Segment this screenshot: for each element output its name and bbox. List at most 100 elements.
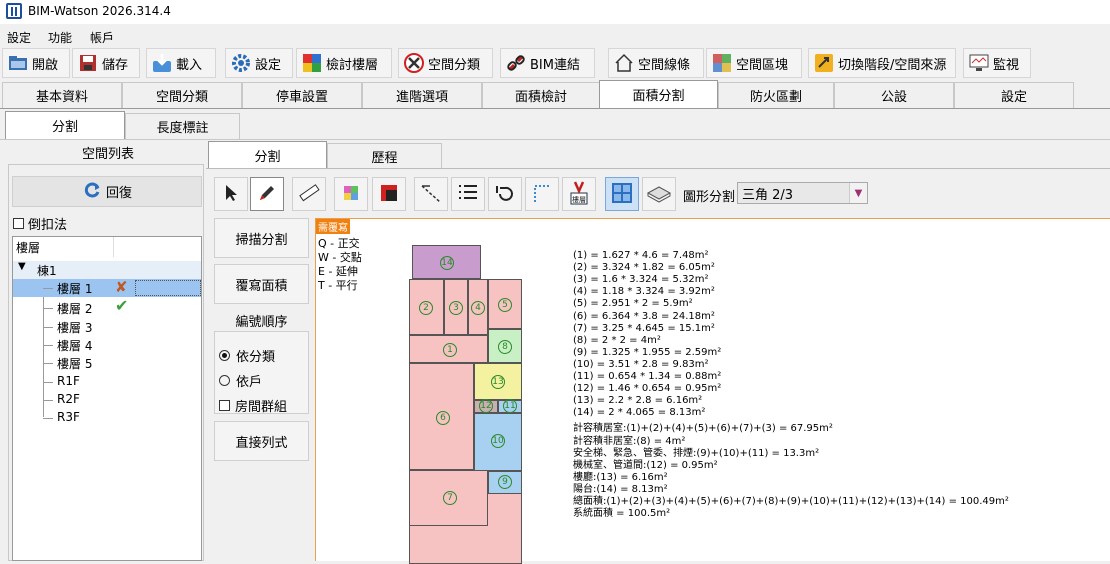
tab-fire-zone[interactable]: 防火區劃 (718, 82, 834, 108)
switch-phase-button[interactable]: 切換階段/空間來源 (808, 48, 956, 78)
numbering-order-title: 編號順序 (235, 315, 288, 330)
room-label-5: 5 (498, 298, 512, 312)
space-classification-button[interactable]: 空間分類 (398, 48, 493, 78)
restore-button[interactable]: 回復 (12, 176, 202, 207)
tab-settings[interactable]: 設定 (954, 82, 1074, 108)
tree-item-floor-5[interactable]: 樓層 5 (13, 354, 201, 372)
tab-basic-info[interactable]: 基本資料 (2, 82, 122, 108)
download-icon (151, 52, 173, 74)
main-toolbar: 開啟 儲存 載入 設定 檢討樓層 空間分類 BIM連結 空間線條 空間區塊 切換… (0, 46, 1110, 80)
tree-item-floor-3[interactable]: 樓層 3 (13, 318, 201, 336)
shape-split-label: 圖形分割 (683, 190, 736, 205)
x-mark-icon: ✘ (115, 278, 128, 296)
by-unit-radio[interactable]: 依戶 (219, 371, 262, 390)
floor-plan-icon: 樓層 (567, 180, 591, 209)
tree-item-r3f[interactable]: R3F (13, 409, 201, 427)
tab-split[interactable]: 分割 (5, 111, 125, 139)
scan-split-button[interactable]: 掃描分割 (214, 218, 309, 258)
space-lines-button[interactable]: 空間線條 (608, 48, 704, 78)
tab-inner-split[interactable]: 分割 (208, 141, 327, 169)
area-calc-line: (10) = 3.51 * 2.8 = 9.83m² (573, 358, 709, 370)
open-button[interactable]: 開啟 (2, 48, 70, 78)
list-tool-button[interactable] (451, 177, 485, 211)
measure-tool-button[interactable] (292, 177, 326, 211)
tree-item-floor-2[interactable]: 樓層 2 ✔ (13, 296, 201, 317)
tree-header: 樓層 (16, 241, 41, 255)
rotate-tool-button[interactable] (488, 177, 522, 211)
tab-length-annotation[interactable]: 長度標註 (125, 113, 240, 139)
house-outline-icon (613, 52, 635, 74)
direct-list-button[interactable]: 直接列式 (214, 421, 309, 461)
pencil-tool-button[interactable] (250, 177, 284, 211)
tree-item-floor-1[interactable]: 樓層 1 ✘ (13, 278, 201, 297)
cursor-arrow-icon (223, 184, 239, 205)
shortcut-t: T - 平行 (318, 279, 358, 292)
block-tool-button[interactable] (372, 177, 406, 211)
app-logo-icon (6, 3, 22, 19)
red-black-square-icon (380, 184, 398, 205)
by-class-radio[interactable]: 依分類 (219, 346, 275, 365)
color-fill-tool-button[interactable] (334, 177, 368, 211)
room-label-10: 10 (491, 434, 505, 448)
radio-unselected (219, 375, 230, 386)
menu-account[interactable]: 帳戶 (90, 29, 114, 46)
tab-area-split[interactable]: 面積分割 (599, 80, 718, 108)
tree-building-row[interactable]: ▼ 棟1 (13, 261, 201, 279)
dashed-line-tool-button[interactable] (414, 177, 448, 211)
bim-link-button[interactable]: BIM連結 (500, 48, 595, 78)
shortcut-w: W - 交點 (318, 251, 362, 264)
review-floors-button[interactable]: 檢討樓層 (296, 48, 392, 78)
chevron-down-icon: ▼ (849, 183, 867, 203)
room-label-6: 6 (436, 411, 450, 425)
3d-plane-icon (646, 182, 672, 207)
room-label-7: 7 (443, 491, 457, 505)
corner-tool-button[interactable] (525, 177, 559, 211)
tree-branch (43, 363, 53, 364)
tree-branch (43, 308, 53, 309)
room-group-checkbox[interactable]: 房間群組 (219, 396, 287, 415)
tree-item-r1f[interactable]: R1F (13, 373, 201, 391)
tab-history[interactable]: 歷程 (327, 143, 442, 169)
menu-settings[interactable]: 設定 (7, 29, 31, 46)
rotate-icon (494, 182, 516, 207)
load-button[interactable]: 載入 (146, 48, 216, 78)
svg-text:樓層: 樓層 (572, 195, 586, 204)
room-label-14: 14 (440, 256, 454, 270)
floor-plan-tool-button[interactable]: 樓層 (562, 177, 596, 211)
grid-view-button[interactable] (605, 177, 639, 211)
area-calc-line: (8) = 2 * 2 = 4m² (573, 334, 661, 346)
checkmark-icon: ✔ (115, 296, 129, 315)
settings-button[interactable]: 設定 (225, 48, 293, 78)
space-blocks-button[interactable]: 空間區塊 (706, 48, 802, 78)
tree-item-r2f[interactable]: R2F (13, 391, 201, 409)
area-calc-line: (1) = 1.627 * 4.6 = 7.48m² (573, 250, 709, 261)
overwrite-area-button[interactable]: 覆寫面積 (214, 264, 309, 304)
refresh-icon (82, 180, 102, 204)
checkbox-box (13, 218, 24, 229)
pointer-tool-button[interactable] (214, 177, 248, 211)
shortcut-legend: Q - 正交 W - 交點 E - 延伸 T - 平行 (318, 237, 362, 293)
menu-functions[interactable]: 功能 (48, 29, 72, 46)
room-label-11: 11 (503, 399, 517, 413)
3d-view-button[interactable] (642, 177, 676, 211)
monitor-button[interactable]: 監視 (963, 48, 1031, 78)
save-button[interactable]: 儲存 (72, 48, 140, 78)
tab-space-classification[interactable]: 空間分類 (122, 82, 242, 108)
shape-split-select[interactable]: 三角 2/3 ▼ (737, 182, 868, 204)
room-label-3: 3 (449, 301, 463, 315)
tab-area-review[interactable]: 面積檢討 (482, 82, 600, 108)
tree-item-floor-4[interactable]: 樓層 4 (13, 336, 201, 354)
room-label-13: 13 (491, 375, 505, 389)
reverse-deduction-checkbox[interactable]: 倒扣法 (13, 214, 67, 233)
tab-parking[interactable]: 停車設置 (242, 82, 362, 108)
ruler-icon (298, 182, 320, 207)
app-title: BIM-Watson 2026.314.4 (28, 4, 171, 18)
open-folder-icon (7, 52, 29, 74)
area-calc-line: (13) = 2.2 * 2.8 = 6.16m² (573, 395, 703, 407)
shortcut-e: E - 延伸 (318, 265, 358, 278)
pencil-icon (257, 183, 277, 206)
tab-advanced[interactable]: 進階選項 (362, 82, 482, 108)
tab-common-facilities[interactable]: 公設 (834, 82, 954, 108)
area-calc-line: (9) = 1.325 * 1.955 = 2.59m² (573, 346, 722, 358)
tree-column-divider (113, 237, 114, 257)
